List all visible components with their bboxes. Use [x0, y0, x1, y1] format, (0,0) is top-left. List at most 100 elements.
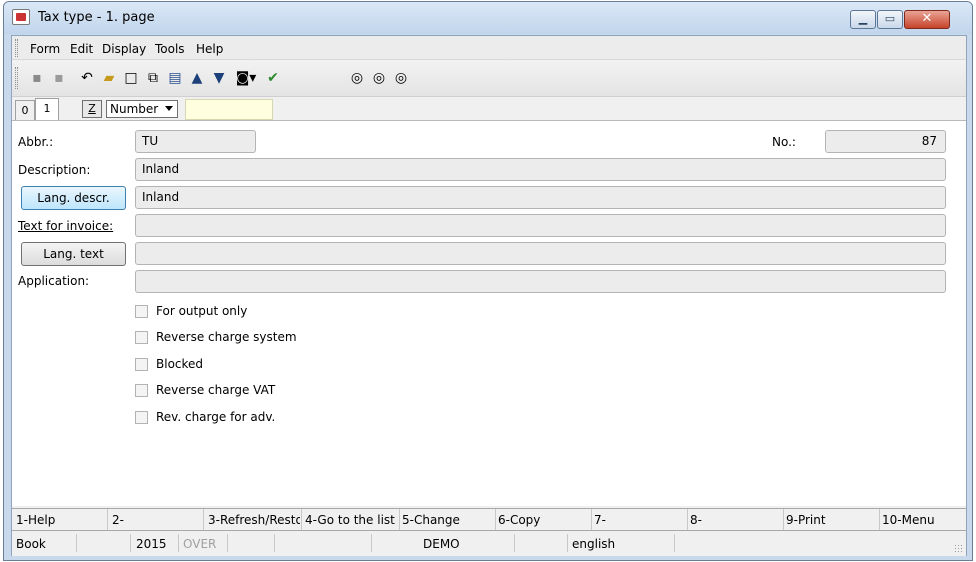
undo-icon[interactable]: ↶ [78, 69, 96, 87]
status-db: DEMO [423, 537, 460, 551]
status-language: english [572, 537, 616, 551]
minimize-button[interactable]: ▁ [850, 10, 876, 29]
fkey-divider [687, 509, 688, 530]
maximize-icon: ▭ [884, 12, 896, 25]
lang-text-button[interactable]: Lang. text [21, 242, 126, 266]
copy-icon[interactable]: ⧉ [144, 69, 162, 87]
function-key-bar: 1-Help 2- 3-Refresh/Restore 4-Go to the … [12, 508, 966, 531]
fkey-divider [879, 509, 880, 530]
checkbox-reverse-charge-system[interactable] [135, 331, 148, 344]
lang-descr-field[interactable]: Inland [135, 186, 946, 209]
description-field[interactable]: Inland [135, 158, 946, 181]
resize-grip-icon[interactable] [954, 544, 964, 554]
save-icon[interactable]: ▪ [28, 69, 46, 87]
status-divider [227, 534, 228, 552]
title-bar[interactable]: Tax type - 1. page ▁ ▭ ✕ [4, 2, 972, 34]
fkey-7[interactable]: 7- [594, 513, 686, 527]
new-document-icon[interactable]: □ [122, 69, 140, 87]
menu-form[interactable]: Form [30, 42, 60, 56]
menu-grip [15, 39, 18, 57]
status-divider [514, 534, 515, 552]
search-input[interactable] [185, 99, 273, 120]
text-invoice-field[interactable] [135, 214, 946, 237]
status-divider [567, 534, 568, 552]
sort-select-value: Number [110, 102, 159, 116]
menu-bar: Form Edit Display Tools Help [12, 36, 966, 60]
close-icon: ✕ [921, 11, 933, 26]
checkbox-label-for-output-only[interactable]: For output only [156, 304, 247, 318]
lang-descr-button[interactable]: Lang. descr. [21, 186, 126, 210]
status-divider [371, 534, 372, 552]
menu-help[interactable]: Help [196, 42, 223, 56]
chevron-down-icon [165, 106, 173, 111]
window-title: Tax type - 1. page [38, 10, 155, 25]
fkey-divider [399, 509, 400, 530]
sort-z-button[interactable]: Z [82, 100, 102, 118]
tab-1[interactable]: 1 [35, 98, 59, 120]
open-folder-icon[interactable]: ▰ [100, 69, 118, 87]
checkbox-label-reverse-charge-vat[interactable]: Reverse charge VAT [156, 383, 275, 397]
application-field[interactable] [135, 270, 946, 293]
fkey-9[interactable]: 9-Print [786, 513, 878, 527]
arrow-up-icon[interactable]: ▲ [188, 69, 206, 87]
status-book: Book [16, 537, 46, 551]
fkey-4[interactable]: 4-Go to the list [305, 513, 397, 527]
status-divider [130, 534, 131, 552]
fkey-5[interactable]: 5-Change [402, 513, 494, 527]
application-label: Application: [18, 274, 90, 288]
fkey-divider [301, 509, 302, 530]
fkey-divider [783, 509, 784, 530]
text-invoice-label: Text for invoice: [18, 219, 114, 233]
save-as-icon[interactable]: ▪ [50, 69, 68, 87]
abbr-label: Abbr.: [18, 135, 54, 149]
find-next-icon[interactable]: ◎ [370, 69, 388, 87]
binoculars-icon[interactable]: ◎ [348, 69, 366, 87]
find-previous-icon[interactable]: ◎ [392, 69, 410, 87]
description-label: Description: [18, 163, 91, 177]
fkey-6[interactable]: 6-Copy [498, 513, 590, 527]
toolbar-grip [15, 67, 18, 89]
camera-icon[interactable]: ◙▾ [232, 69, 260, 87]
checkbox-rev-charge-adv[interactable] [135, 411, 148, 424]
checkbox-blocked[interactable] [135, 358, 148, 371]
fkey-divider [591, 509, 592, 530]
fkey-3[interactable]: 3-Refresh/Restore [208, 513, 300, 527]
checkbox-for-output-only[interactable] [135, 305, 148, 318]
tab-bar: 0 1 Z Number [12, 98, 966, 120]
menu-edit[interactable]: Edit [70, 42, 93, 56]
status-divider [178, 534, 179, 552]
tab-0[interactable]: 0 [15, 100, 35, 120]
status-bar: Book 2015 OVER DEMO english [12, 532, 966, 556]
app-icon[interactable] [12, 9, 30, 25]
close-button[interactable]: ✕ [904, 10, 950, 29]
fkey-divider [495, 509, 496, 530]
sort-select[interactable]: Number [106, 100, 178, 118]
fkey-2[interactable]: 2- [112, 513, 200, 527]
abbr-field[interactable]: TU [135, 130, 256, 153]
checkbox-label-blocked[interactable]: Blocked [156, 357, 203, 371]
no-field[interactable]: 87 [825, 130, 946, 153]
application-window: Tax type - 1. page ▁ ▭ ✕ Form Edit Displ… [3, 1, 973, 561]
status-year: 2015 [136, 537, 167, 551]
checkbox-reverse-charge-vat[interactable] [135, 384, 148, 397]
check-pen-icon[interactable]: ✔ [264, 69, 282, 87]
lang-text-field[interactable] [135, 242, 946, 265]
maximize-button[interactable]: ▭ [877, 10, 903, 29]
no-label: No.: [772, 135, 796, 149]
fkey-8[interactable]: 8- [690, 513, 782, 527]
checkbox-label-reverse-charge-system[interactable]: Reverse charge system [156, 330, 297, 344]
window-client: Form Edit Display Tools Help ▪ ▪ ↶ ▰ □ ⧉… [11, 35, 967, 556]
menu-display[interactable]: Display [102, 42, 146, 56]
checkbox-label-rev-charge-adv[interactable]: Rev. charge for adv. [156, 410, 275, 424]
status-divider [76, 534, 77, 552]
status-divider [274, 534, 275, 552]
minimize-icon: ▁ [858, 12, 868, 25]
book-icon[interactable]: ▤ [166, 69, 184, 87]
toolbar: ▪ ▪ ↶ ▰ □ ⧉ ▤ ▲ ▼ ◙▾ ✔ ◎ ◎ ◎ [12, 61, 966, 97]
menu-tools[interactable]: Tools [155, 42, 185, 56]
fkey-10[interactable]: 10-Menu [882, 513, 962, 527]
fkey-1[interactable]: 1-Help [16, 513, 104, 527]
arrow-down-icon[interactable]: ▼ [210, 69, 228, 87]
fkey-divider [107, 509, 108, 530]
form-page: Abbr.: TU No.: 87 Description: Inland La… [12, 120, 966, 506]
